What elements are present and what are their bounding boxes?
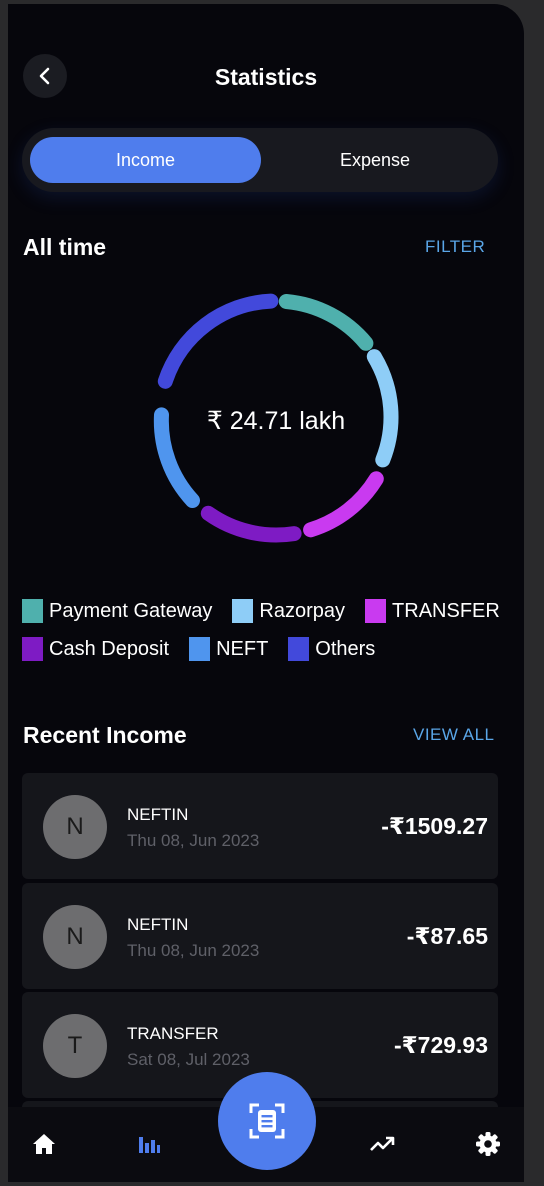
view-all-button[interactable]: VIEW ALL (413, 725, 494, 745)
legend-item-transfer: TRANSFER (365, 598, 500, 624)
statistics-icon (139, 1137, 160, 1153)
transaction-card[interactable]: N NEFTIN Thu 08, Jun 2023 -₹87.65 (22, 883, 498, 989)
legend-item-razorpay: Razorpay (232, 598, 345, 624)
legend-item-payment-gateway: Payment Gateway (22, 598, 212, 624)
scan-receipt-button[interactable] (218, 1072, 316, 1170)
legend-swatch (232, 599, 254, 623)
transaction-amount: -₹87.65 (406, 923, 488, 949)
trending-up-icon (370, 1136, 395, 1151)
transaction-amount: -₹729.93 (393, 1032, 488, 1058)
nav-statistics[interactable] (134, 1129, 164, 1159)
legend-item-others: Others (288, 636, 375, 662)
settings-icon (476, 1132, 500, 1156)
donut-segment-transfer (303, 471, 384, 538)
income-donut-chart: ₹ 24.71 lakh (148, 290, 404, 546)
donut-segment-others (157, 293, 279, 389)
transaction-amount: -₹1509.27 (381, 813, 488, 839)
tab-income[interactable]: Income (30, 137, 261, 183)
transaction-date: Thu 08, Jun 2023 (127, 831, 260, 850)
income-expense-toggle: Income Expense (22, 128, 498, 192)
donut-segment-payment-gateway (278, 294, 374, 351)
filter-button[interactable]: FILTER (425, 237, 485, 257)
chart-legend: Payment Gateway Razorpay TRANSFER Cash D… (22, 598, 522, 662)
nav-home[interactable] (29, 1129, 59, 1159)
transaction-name: NEFTIN (127, 805, 189, 824)
period-label: All time (23, 234, 107, 260)
legend-swatch (22, 599, 43, 623)
avatar: T (43, 1014, 107, 1078)
home-icon (33, 1134, 55, 1154)
legend-label: TRANSFER (392, 599, 500, 622)
legend-label: Cash Deposit (49, 637, 170, 660)
transaction-card[interactable]: N NEFTIN Thu 08, Jun 2023 -₹1509.27 (22, 773, 498, 879)
avatar: N (43, 795, 107, 859)
total-amount: ₹ 24.71 lakh (206, 407, 346, 435)
legend-swatch (365, 599, 387, 623)
donut-segment-cash-deposit (200, 505, 302, 543)
nav-settings[interactable] (473, 1129, 503, 1159)
recent-income-title: Recent Income (23, 722, 187, 748)
tab-expense[interactable]: Expense (260, 137, 490, 183)
legend-swatch (22, 637, 43, 661)
transaction-date: Thu 08, Jun 2023 (127, 941, 260, 960)
legend-swatch (189, 637, 211, 661)
legend-item-cash-deposit: Cash Deposit (22, 636, 169, 662)
legend-swatch (288, 637, 310, 661)
page-title: Statistics (214, 64, 318, 90)
legend-label: Razorpay (259, 599, 346, 622)
transaction-date: Sat 08, Jul 2023 (127, 1050, 250, 1069)
legend-label: NEFT (216, 637, 269, 660)
nav-trends[interactable] (367, 1129, 397, 1159)
scan-receipt-icon (249, 1103, 285, 1139)
legend-item-neft: NEFT (189, 636, 268, 662)
transaction-name: NEFTIN (127, 915, 189, 934)
avatar: N (43, 905, 107, 969)
transaction-name: TRANSFER (127, 1024, 219, 1043)
legend-label: Payment Gateway (49, 599, 213, 622)
app-screen: Statistics Income Expense All time FILTE… (8, 4, 524, 1182)
legend-label: Others (315, 637, 376, 660)
